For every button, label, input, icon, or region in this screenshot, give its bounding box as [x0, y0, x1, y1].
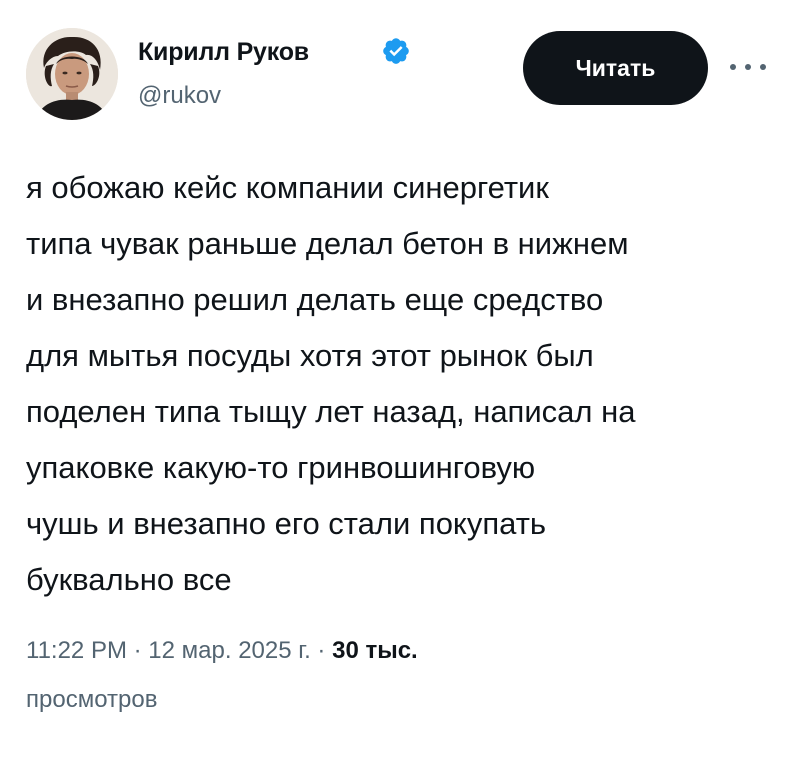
- tweet-text: я обожаю кейс компании синергетик типа ч…: [26, 160, 776, 608]
- meta-separator: ·: [317, 637, 333, 664]
- avatar-photo: [26, 28, 118, 120]
- more-options-icon[interactable]: [730, 52, 766, 82]
- tweet-text-line: чушь и внезапно его стали покупать: [26, 506, 547, 541]
- author-display-name[interactable]: Кирилл Руков: [138, 38, 309, 67]
- tweet-text-line: поделен типа тыщу лет назад, написал на: [26, 394, 636, 429]
- avatar[interactable]: [26, 28, 118, 120]
- meta-separator: ·: [133, 637, 149, 664]
- tweet-card: Кирилл Руков @rukov Читать я обожаю кейс…: [0, 0, 800, 757]
- tweet-text-line: типа чувак раньше делал бетон в нижнем: [26, 226, 629, 261]
- tweet-text-line: для мытья посуды хотя этот рынок был: [26, 338, 594, 373]
- tweet-time[interactable]: 11:22 PM: [26, 637, 127, 664]
- tweet-text-line: буквально все: [26, 562, 232, 597]
- tweet-text-line: и внезапно решил делать еще средство: [26, 282, 604, 317]
- views-count: 30 тыс.: [332, 637, 418, 664]
- more-dot: [730, 64, 736, 70]
- tweet-text-line: я обожаю кейс компании синергетик: [26, 170, 549, 205]
- follow-button[interactable]: Читать: [523, 31, 708, 105]
- views-label: просмотров: [26, 686, 158, 713]
- tweet-meta: 11:22 PM · 12 мар. 2025 г. · 30 тыс.: [26, 637, 418, 665]
- tweet-date[interactable]: 12 мар. 2025 г.: [148, 637, 310, 664]
- author-handle[interactable]: @rukov: [138, 82, 221, 110]
- more-dot: [760, 64, 766, 70]
- tweet-text-line: упаковке какую-то гринвошинговую: [26, 450, 536, 485]
- verified-badge-icon: [381, 36, 411, 66]
- more-dot: [745, 64, 751, 70]
